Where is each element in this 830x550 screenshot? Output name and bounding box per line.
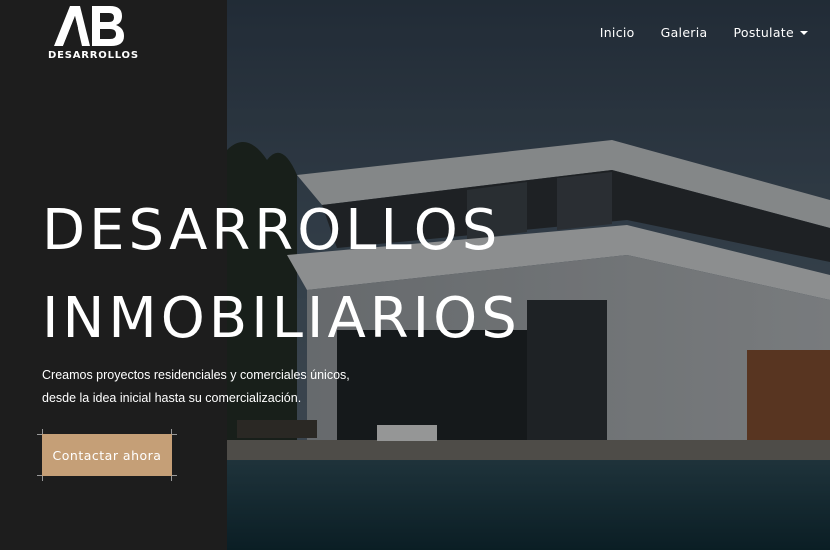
hero-subtitle-line2: desde la idea inicial hasta su comercial… [42,391,302,405]
ab-logo-mark [54,6,124,46]
logo[interactable]: DESARROLLOS [48,6,139,62]
caret-down-icon [800,31,808,35]
hero-title-line1: DESARROLLOS [42,198,502,263]
logo-wordmark: DESARROLLOS [48,50,139,61]
nav-item-galeria[interactable]: Galeria [661,25,708,40]
nav-item-postulate-label: Postulate [733,25,794,40]
hero-title-line2: INMOBILIARIOS [42,286,521,351]
hero-subtitle: Creamos proyectos residenciales y comerc… [42,364,372,410]
main-nav: Inicio Galeria Postulate [600,25,808,40]
hero-subtitle-line1: Creamos proyectos residenciales y comerc… [42,368,350,382]
nav-item-postulate[interactable]: Postulate [733,25,808,40]
nav-item-inicio[interactable]: Inicio [600,25,635,40]
cta-frame: Contactar ahora [37,429,177,481]
hero-title: DESARROLLOS INMOBILIARIOS [42,187,521,363]
contact-now-button[interactable]: Contactar ahora [42,434,172,476]
